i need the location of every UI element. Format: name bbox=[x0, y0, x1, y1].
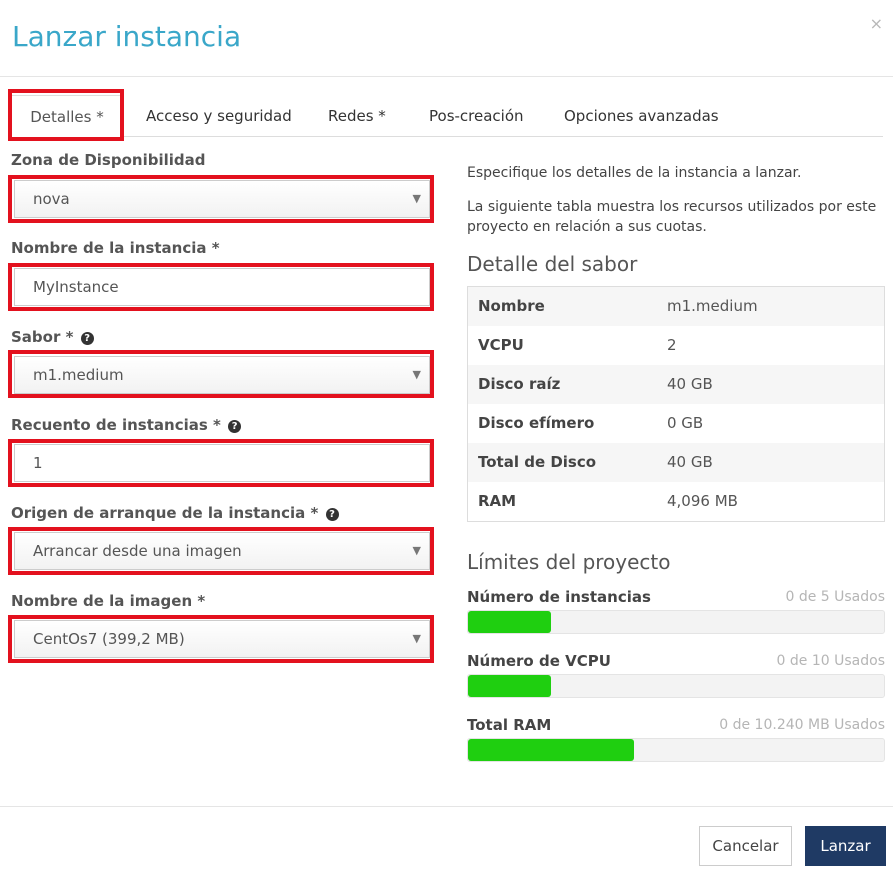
flavor-value: 40 GB bbox=[667, 453, 713, 471]
flavor-key: Disco raíz bbox=[478, 375, 561, 393]
table-row: Disco efímero 0 GB bbox=[468, 404, 884, 443]
tab-detalles[interactable]: Detalles * bbox=[10, 95, 124, 137]
progress-bar bbox=[467, 610, 885, 634]
table-row: Disco raíz 40 GB bbox=[468, 365, 884, 404]
flavor-value: 2 bbox=[667, 336, 677, 354]
flavor-detail-table: Nombre m1.medium VCPU 2 Disco raíz 40 GB… bbox=[467, 286, 885, 522]
tab-pos-creacion[interactable]: Pos-creación bbox=[429, 95, 524, 137]
image-name-value: CentOs7 (399,2 MB) bbox=[33, 630, 185, 648]
tab-acceso-seguridad[interactable]: Acceso y seguridad bbox=[146, 95, 292, 137]
table-row: Total de Disco 40 GB bbox=[468, 443, 884, 482]
tab-bar: Detalles * Acceso y seguridad Redes * Po… bbox=[10, 95, 883, 137]
cancel-button[interactable]: Cancelar bbox=[699, 826, 792, 866]
question-circle-icon[interactable]: ? bbox=[80, 332, 94, 345]
image-name-label: Nombre de la imagen * bbox=[11, 592, 206, 610]
modal-footer bbox=[0, 806, 893, 807]
project-limits-title: Límites del proyecto bbox=[467, 550, 671, 574]
caret-down-icon: ▼ bbox=[412, 192, 421, 205]
instance-count-input[interactable]: 1 bbox=[14, 444, 430, 482]
flavor-detail-title: Detalle del sabor bbox=[467, 252, 638, 276]
limit-used: 0 de 5 Usados bbox=[785, 589, 885, 605]
limit-used: 0 de 10.240 MB Usados bbox=[719, 717, 885, 733]
table-row: Nombre m1.medium bbox=[468, 287, 884, 326]
tab-opciones-avanzadas[interactable]: Opciones avanzadas bbox=[564, 95, 719, 137]
progress-bar-fill bbox=[468, 739, 635, 761]
flavor-value: 40 GB bbox=[667, 375, 713, 393]
flavor-value: 0 GB bbox=[667, 414, 704, 432]
boot-source-value: Arrancar desde una imagen bbox=[33, 542, 242, 560]
flavor-value: m1.medium bbox=[667, 297, 758, 315]
question-circle-icon[interactable]: ? bbox=[228, 420, 242, 433]
availability-zone-value: nova bbox=[33, 190, 70, 208]
flavor-key: VCPU bbox=[478, 336, 524, 354]
flavor-key: RAM bbox=[478, 492, 517, 510]
boot-source-select[interactable]: Arrancar desde una imagen ▼ bbox=[14, 532, 430, 570]
progress-bar-fill bbox=[468, 611, 552, 633]
caret-down-icon: ▼ bbox=[412, 544, 421, 557]
info-text-2: La siguiente tabla muestra los recursos … bbox=[467, 199, 877, 235]
flavor-key: Total de Disco bbox=[478, 453, 597, 471]
progress-bar-fill bbox=[468, 675, 552, 697]
flavor-label: Sabor * ? bbox=[11, 328, 94, 346]
limit-label: Total RAM bbox=[467, 716, 552, 734]
caret-down-icon: ▼ bbox=[412, 632, 421, 645]
flavor-label-text: Sabor * bbox=[11, 328, 74, 346]
info-text-1: Especifique los detalles de la instancia… bbox=[467, 165, 802, 181]
instance-count-label: Recuento de instancias * ? bbox=[11, 416, 242, 434]
instance-name-value: MyInstance bbox=[33, 278, 119, 296]
boot-source-label-text: Origen de arranque de la instancia * bbox=[11, 504, 319, 522]
availability-zone-label: Zona de Disponibilidad bbox=[11, 151, 206, 169]
instance-name-input[interactable]: MyInstance bbox=[14, 268, 430, 306]
boot-source-label: Origen de arranque de la instancia * ? bbox=[11, 504, 339, 522]
instance-name-label: Nombre de la instancia * bbox=[11, 239, 220, 257]
flavor-value: 4,096 MB bbox=[667, 492, 738, 510]
image-name-select[interactable]: CentOs7 (399,2 MB) ▼ bbox=[14, 620, 430, 658]
launch-button[interactable]: Lanzar bbox=[805, 826, 886, 866]
instance-count-value: 1 bbox=[33, 454, 43, 472]
flavor-value: m1.medium bbox=[33, 366, 124, 384]
close-icon[interactable]: × bbox=[870, 14, 883, 33]
progress-bar bbox=[467, 674, 885, 698]
flavor-key: Nombre bbox=[478, 297, 545, 315]
limit-label: Número de VCPU bbox=[467, 652, 611, 670]
modal-header: Lanzar instancia × bbox=[0, 0, 893, 77]
availability-zone-select[interactable]: nova ▼ bbox=[14, 180, 430, 218]
table-row: RAM 4,096 MB bbox=[468, 482, 884, 521]
flavor-select[interactable]: m1.medium ▼ bbox=[14, 356, 430, 394]
table-row: VCPU 2 bbox=[468, 326, 884, 365]
instance-count-label-text: Recuento de instancias * bbox=[11, 416, 221, 434]
tab-redes[interactable]: Redes * bbox=[328, 95, 386, 137]
caret-down-icon: ▼ bbox=[412, 368, 421, 381]
dialog-title: Lanzar instancia bbox=[12, 20, 242, 53]
flavor-key: Disco efímero bbox=[478, 414, 595, 432]
limit-used: 0 de 10 Usados bbox=[776, 653, 885, 669]
question-circle-icon[interactable]: ? bbox=[325, 508, 339, 521]
progress-bar bbox=[467, 738, 885, 762]
limit-label: Número de instancias bbox=[467, 588, 651, 606]
